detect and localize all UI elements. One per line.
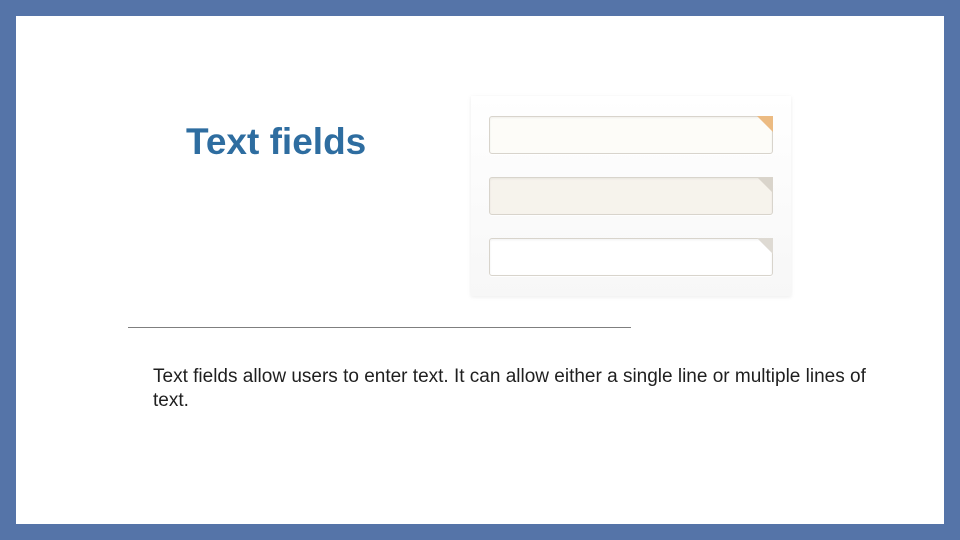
- sample-text-input: [489, 177, 773, 215]
- slide-canvas: Text fields Text fields allow users to e…: [16, 16, 944, 524]
- sample-text-input: [489, 238, 773, 276]
- slide-body-text: Text fields allow users to enter text. I…: [153, 365, 873, 414]
- sample-text-input: [489, 116, 773, 154]
- slide-title: Text fields: [186, 121, 366, 163]
- corner-fold-icon: [757, 177, 773, 193]
- section-divider: [128, 327, 631, 328]
- text-field-illustration: [471, 96, 791, 296]
- corner-fold-icon: [757, 116, 773, 132]
- corner-fold-icon: [757, 238, 773, 254]
